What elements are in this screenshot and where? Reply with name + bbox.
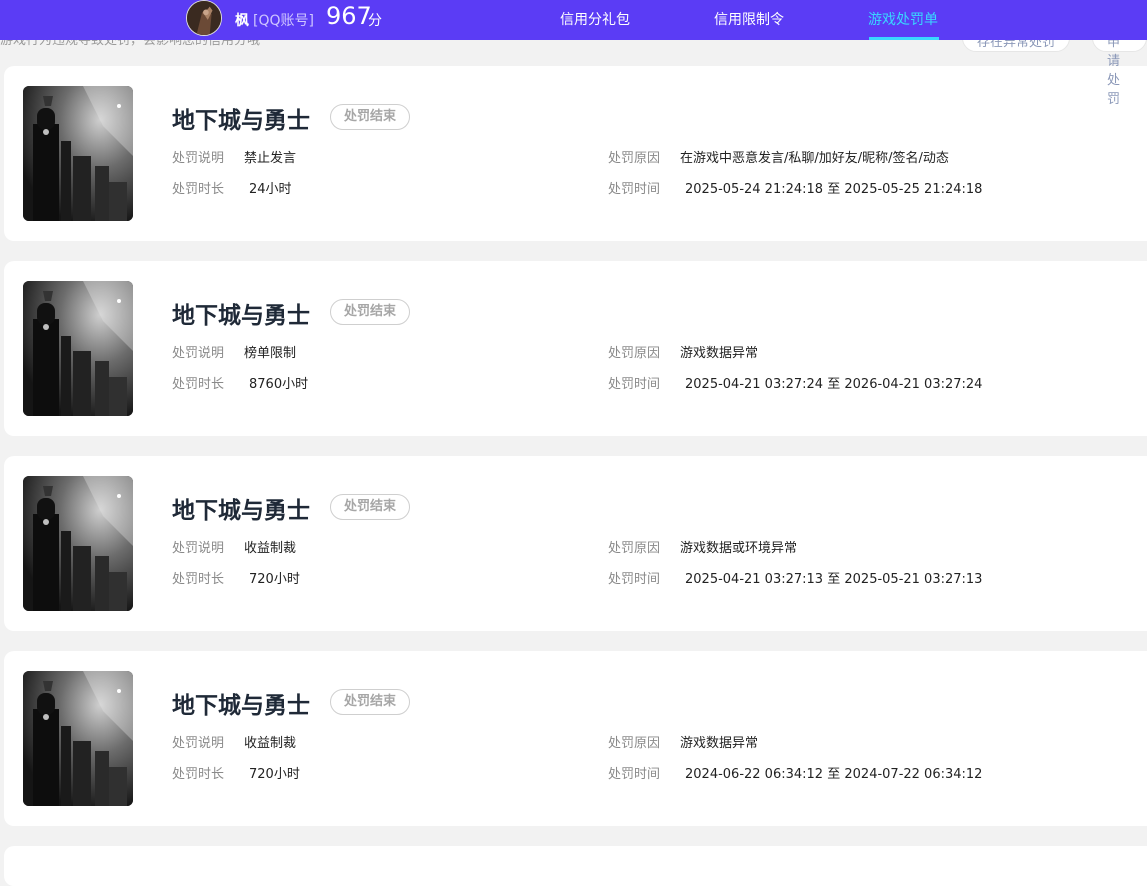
- time-start: 2025-05-24 21:24:18: [685, 182, 824, 197]
- penalty-record-card: 地下城与勇士 处罚结束 处罚说明 收益制裁 处罚时长 720小时 处罚原因 游戏…: [4, 651, 1147, 826]
- user-nickname: 枫: [235, 13, 249, 29]
- tab-game-penalty[interactable]: 游戏处罚单: [868, 9, 938, 29]
- credit-score: 967: [326, 2, 372, 30]
- user-avatar[interactable]: [186, 0, 222, 36]
- time-start: 2025-04-21 03:27:24: [685, 377, 824, 392]
- reason-label: 处罚原因: [608, 346, 661, 361]
- penalty-record-card: 地下城与勇士 处罚结束 处罚说明 收益制裁 处罚时长 720小时 处罚原因 游戏…: [4, 456, 1147, 631]
- account-type: [QQ账号]: [253, 13, 314, 29]
- desc-value: 收益制裁: [244, 736, 297, 751]
- time-value: 2025-04-21 03:27:13 至 2025-05-21 03:27:1…: [685, 568, 982, 587]
- game-thumbnail: [23, 281, 133, 416]
- duration-value: 720小时: [249, 572, 300, 587]
- reason-value: 游戏数据异常: [680, 346, 759, 361]
- time-value: 2024-06-22 06:34:12 至 2024-07-22 06:34:1…: [685, 763, 982, 782]
- time-start: 2024-06-22 06:34:12: [685, 767, 824, 782]
- game-title: 地下城与勇士: [172, 108, 310, 134]
- game-title: 地下城与勇士: [172, 693, 310, 719]
- duration-label: 处罚时长: [172, 767, 225, 782]
- tab-credit-gift[interactable]: 信用分礼包: [560, 9, 630, 29]
- game-thumbnail: [23, 671, 133, 806]
- status-badge: 处罚结束: [330, 494, 411, 520]
- time-end: 2026-04-21 03:27:24: [844, 377, 983, 392]
- desc-label: 处罚说明: [172, 541, 225, 556]
- time-separator: 至: [827, 767, 841, 782]
- time-end: 2025-05-25 21:24:18: [844, 182, 983, 197]
- duration-value: 8760小时: [249, 377, 309, 392]
- desc-value: 收益制裁: [244, 541, 297, 556]
- duration-value: 24小时: [249, 182, 292, 197]
- duration-label: 处罚时长: [172, 377, 225, 392]
- reason-value: 游戏数据异常: [680, 736, 759, 751]
- time-label: 处罚时间: [608, 572, 661, 587]
- time-separator: 至: [827, 182, 841, 197]
- game-thumbnail: [23, 86, 133, 221]
- duration-label: 处罚时长: [172, 572, 225, 587]
- desc-label: 处罚说明: [172, 151, 225, 166]
- desc-value: 禁止发言: [244, 151, 297, 166]
- reason-label: 处罚原因: [608, 151, 661, 166]
- game-title: 地下城与勇士: [172, 498, 310, 524]
- time-end: 2025-05-21 03:27:13: [844, 572, 983, 587]
- score-unit: 分: [368, 13, 382, 29]
- desc-label: 处罚说明: [172, 346, 225, 361]
- reason-label: 处罚原因: [608, 736, 661, 751]
- reason-value: 游戏数据或环境异常: [680, 541, 798, 556]
- time-label: 处罚时间: [608, 767, 661, 782]
- top-nav-bar: 枫 [QQ账号] 967 分 信用分礼包 信用限制令 游戏处罚单: [0, 0, 1147, 40]
- time-value: 2025-04-21 03:27:24 至 2026-04-21 03:27:2…: [685, 373, 982, 392]
- penalty-record-card: 地下城与勇士 处罚结束 处罚说明 榜单限制 处罚时长 8760小时 处罚原因 游…: [4, 261, 1147, 436]
- time-end: 2024-07-22 06:34:12: [844, 767, 983, 782]
- time-label: 处罚时间: [608, 377, 661, 392]
- reason-value: 在游戏中恶意发言/私聊/加好友/昵称/签名/动态: [680, 151, 949, 166]
- record-card-partial: [4, 846, 1147, 886]
- time-separator: 至: [827, 377, 841, 392]
- duration-label: 处罚时长: [172, 182, 225, 197]
- time-start: 2025-04-21 03:27:13: [685, 572, 824, 587]
- desc-label: 处罚说明: [172, 736, 225, 751]
- penalty-record-card: 地下城与勇士 处罚结束 处罚说明 禁止发言 处罚时长 24小时 处罚原因 在游戏…: [4, 66, 1147, 241]
- tab-credit-restriction[interactable]: 信用限制令: [714, 9, 784, 29]
- time-label: 处罚时间: [608, 182, 661, 197]
- reason-label: 处罚原因: [608, 541, 661, 556]
- desc-value: 榜单限制: [244, 346, 297, 361]
- active-tab-indicator: [869, 37, 939, 40]
- game-title: 地下城与勇士: [172, 303, 310, 329]
- status-badge: 处罚结束: [330, 689, 411, 715]
- status-badge: 处罚结束: [330, 299, 411, 325]
- time-value: 2025-05-24 21:24:18 至 2025-05-25 21:24:1…: [685, 178, 982, 197]
- time-separator: 至: [827, 572, 841, 587]
- game-thumbnail: [23, 476, 133, 611]
- duration-value: 720小时: [249, 767, 300, 782]
- status-badge: 处罚结束: [330, 104, 411, 130]
